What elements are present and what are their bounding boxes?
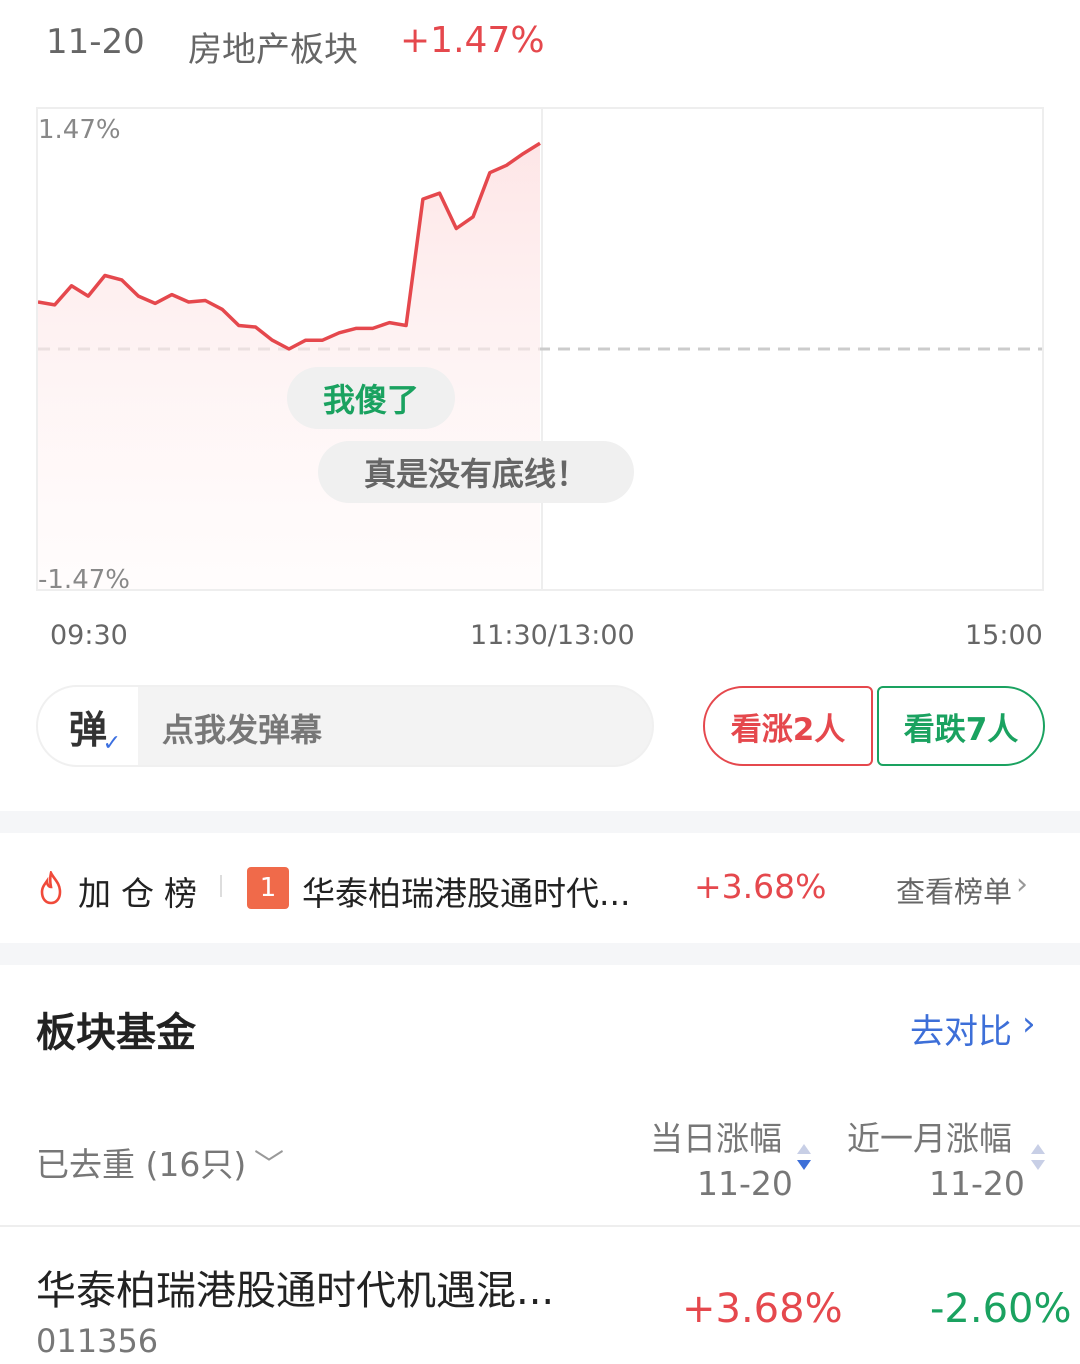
- ranking-row[interactable]: 加仓榜 1 华泰柏瑞港股通时代... +3.68% 查看榜单 ›: [0, 833, 1080, 943]
- chevron-right-icon[interactable]: ›: [1016, 867, 1028, 902]
- col-day-change-header[interactable]: 当日涨幅: [650, 1112, 782, 1160]
- x-tick-midday: 11:30/13:00: [470, 620, 635, 651]
- section-divider: [0, 811, 1080, 833]
- danmaku-input[interactable]: 点我发弹幕: [162, 705, 322, 751]
- danmaku-toggle[interactable]: 弹 ✓: [38, 687, 138, 765]
- sort-icon[interactable]: [797, 1144, 811, 1178]
- vote-down-button[interactable]: 看跌7人: [877, 686, 1045, 766]
- dedup-filter[interactable]: 已去重 (16只): [36, 1138, 246, 1186]
- compare-link[interactable]: 去对比: [910, 1004, 1012, 1053]
- danmaku-bubble: 真是没有底线！: [318, 441, 634, 503]
- chevron-right-icon[interactable]: ›: [1022, 1004, 1036, 1044]
- fund-month-change: -2.60%: [930, 1286, 1072, 1332]
- col-month-change-header[interactable]: 近一月涨幅: [847, 1112, 1012, 1160]
- section-title: 板块基金: [36, 1010, 196, 1056]
- x-tick-close: 15:00: [965, 620, 1043, 651]
- header: 11-20 房地产板块 +1.47%: [0, 0, 1080, 90]
- fund-code: 011356: [36, 1322, 159, 1360]
- y-tick-bottom: -1.47%: [38, 565, 130, 595]
- intraday-chart[interactable]: 1.47% -1.47%: [36, 107, 1044, 595]
- view-ranking-link[interactable]: 查看榜单: [896, 869, 1012, 911]
- sector-change: +1.47%: [400, 20, 545, 61]
- fund-name[interactable]: 华泰柏瑞港股通时代机遇混...: [36, 1258, 616, 1316]
- ranking-fund-name[interactable]: 华泰柏瑞港股通时代...: [302, 867, 652, 915]
- ranking-fund-change: +3.68%: [694, 867, 827, 906]
- danmaku-badge-label: 弹: [68, 707, 107, 752]
- sort-icon[interactable]: [1031, 1144, 1045, 1178]
- section-divider: [0, 943, 1080, 965]
- col-day-change-date: 11-20: [697, 1164, 793, 1203]
- fire-icon: [40, 871, 62, 905]
- header-date: 11-20: [46, 22, 145, 62]
- chevron-down-icon[interactable]: ﹀: [254, 1140, 284, 1184]
- check-icon: ✓: [102, 730, 121, 756]
- y-tick-top: 1.47%: [38, 115, 121, 145]
- sector-name: 房地产板块: [188, 30, 358, 70]
- ranking-title: 加仓榜: [78, 874, 207, 913]
- danmaku-input-box[interactable]: 弹 ✓ 点我发弹幕: [36, 685, 654, 767]
- row-divider: [0, 1225, 1080, 1227]
- col-month-change-date: 11-20: [929, 1164, 1025, 1203]
- rank-number-badge: 1: [247, 867, 289, 909]
- fund-day-change: +3.68%: [682, 1286, 843, 1332]
- series-area: [38, 143, 540, 589]
- ranking-separator: [220, 875, 222, 897]
- chart-svg: [38, 109, 1042, 589]
- danmaku-bubble: 我傻了: [287, 367, 455, 429]
- vote-up-button[interactable]: 看涨2人: [703, 686, 873, 766]
- x-tick-open: 09:30: [50, 620, 128, 651]
